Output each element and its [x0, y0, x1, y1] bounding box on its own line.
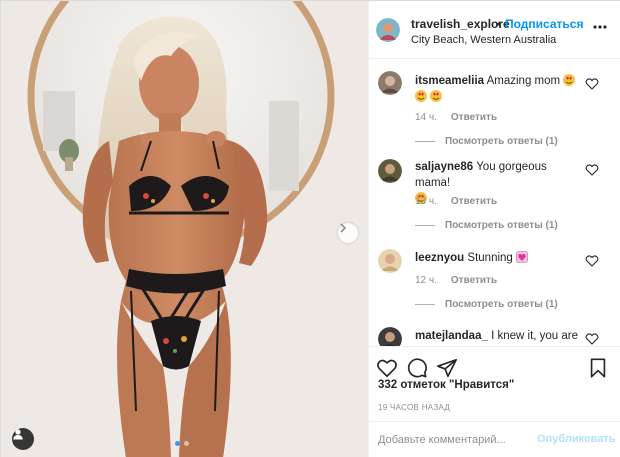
reply-button[interactable]: Ответить [451, 112, 497, 123]
commenter-avatar[interactable] [378, 327, 402, 346]
heart-outline-icon[interactable] [585, 332, 599, 346]
heart-eyes-emoji [415, 90, 427, 102]
comment-body: I knew it, you are [491, 330, 579, 342]
reply-button[interactable]: Ответить [451, 196, 497, 207]
replies-divider [415, 141, 435, 142]
carousel-dot [184, 441, 189, 446]
comment-body: Stunning [467, 252, 513, 264]
comment-meta: 13 ч. Ответить [415, 196, 497, 207]
next-photo-button[interactable] [338, 223, 358, 243]
comment-time: 12 ч. [415, 275, 437, 286]
comment-text: matejlandaa_ I knew it, you are [415, 328, 585, 344]
comment-time: 14 ч. [415, 112, 437, 123]
author-avatar[interactable] [376, 18, 400, 42]
commenter-avatar[interactable] [378, 71, 402, 95]
avatar-image [378, 249, 402, 273]
comment-body: Amazing mom [486, 75, 561, 87]
heart-outline-icon[interactable] [585, 77, 599, 91]
post-side-panel: travelish_explore • Подписаться City Bea… [368, 1, 620, 457]
comment-bubble-icon[interactable] [406, 357, 428, 379]
commenter-avatar[interactable] [378, 159, 402, 183]
paper-plane-icon[interactable] [436, 357, 458, 379]
comment-meta: 14 ч. Ответить [415, 112, 497, 123]
publish-button[interactable]: Опубликовать [537, 433, 616, 445]
comment-text: leeznyou Stunning [415, 250, 585, 266]
heart-outline-icon[interactable] [376, 357, 398, 379]
view-replies-label: Посмотреть ответы (1) [445, 220, 558, 231]
avatar-image [378, 71, 402, 95]
post-time-ago: 19 ЧАСОВ НАЗАД [378, 403, 451, 412]
reply-button[interactable]: Ответить [451, 275, 497, 286]
instagram-post: travelish_explore • Подписаться City Bea… [0, 0, 620, 457]
heart-eyes-emoji [430, 90, 443, 102]
tagged-users-button[interactable] [12, 428, 34, 450]
comments-list[interactable]: itsmeameliia Amazing mom 14 ч. Ответить … [369, 59, 620, 346]
comment-time: 13 ч. [415, 196, 437, 207]
more-horizontal-icon [593, 25, 607, 29]
view-replies-label: Посмотреть ответы (1) [445, 299, 558, 310]
comment-text: itsmeameliia Amazing mom [415, 73, 585, 105]
carousel-dot-active [175, 441, 180, 446]
separator-bullet: • [497, 17, 502, 31]
heart-outline-icon[interactable] [585, 254, 599, 268]
author-username[interactable]: travelish_explore [411, 17, 510, 31]
comment-username[interactable]: saljayne86 [415, 161, 473, 173]
sparkling-heart-emoji [516, 251, 528, 263]
bookmark-icon[interactable] [587, 357, 609, 379]
post-header: travelish_explore • Подписаться City Bea… [369, 1, 620, 59]
commenter-avatar[interactable] [378, 249, 402, 273]
view-replies-button[interactable]: Посмотреть ответы (1) [415, 220, 558, 231]
post-actions: 332 отметок "Нравится" 19 ЧАСОВ НАЗАД [369, 346, 620, 428]
comment-meta: 12 ч. Ответить [415, 275, 497, 286]
replies-divider [415, 304, 435, 305]
chevron-right-icon [340, 223, 347, 233]
avatar-image [378, 327, 402, 346]
view-replies-button[interactable]: Посмотреть ответы (1) [415, 299, 558, 310]
post-photo[interactable] [1, 1, 368, 457]
likes-count[interactable]: 332 отметок "Нравится" [378, 379, 514, 391]
more-options-button[interactable] [591, 19, 609, 35]
comment-username[interactable]: matejlandaa_ [415, 330, 488, 342]
avatar-image [376, 18, 400, 42]
replies-divider [415, 225, 435, 226]
comment-username[interactable]: itsmeameliia [415, 75, 484, 87]
comment-username[interactable]: leeznyou [415, 252, 464, 264]
carousel-dots [175, 441, 189, 446]
heart-outline-icon[interactable] [585, 163, 599, 177]
follow-button[interactable]: Подписаться [505, 17, 583, 31]
view-replies-label: Посмотреть ответы (1) [445, 136, 558, 147]
comment-input[interactable] [378, 432, 528, 448]
user-icon [13, 429, 23, 440]
heart-eyes-emoji [563, 74, 576, 86]
post-location[interactable]: City Beach, Western Australia [411, 34, 556, 46]
add-comment-bar: Опубликовать [369, 421, 620, 457]
view-replies-button[interactable]: Посмотреть ответы (1) [415, 136, 558, 147]
avatar-image [378, 159, 402, 183]
photo-illustration [1, 1, 368, 457]
